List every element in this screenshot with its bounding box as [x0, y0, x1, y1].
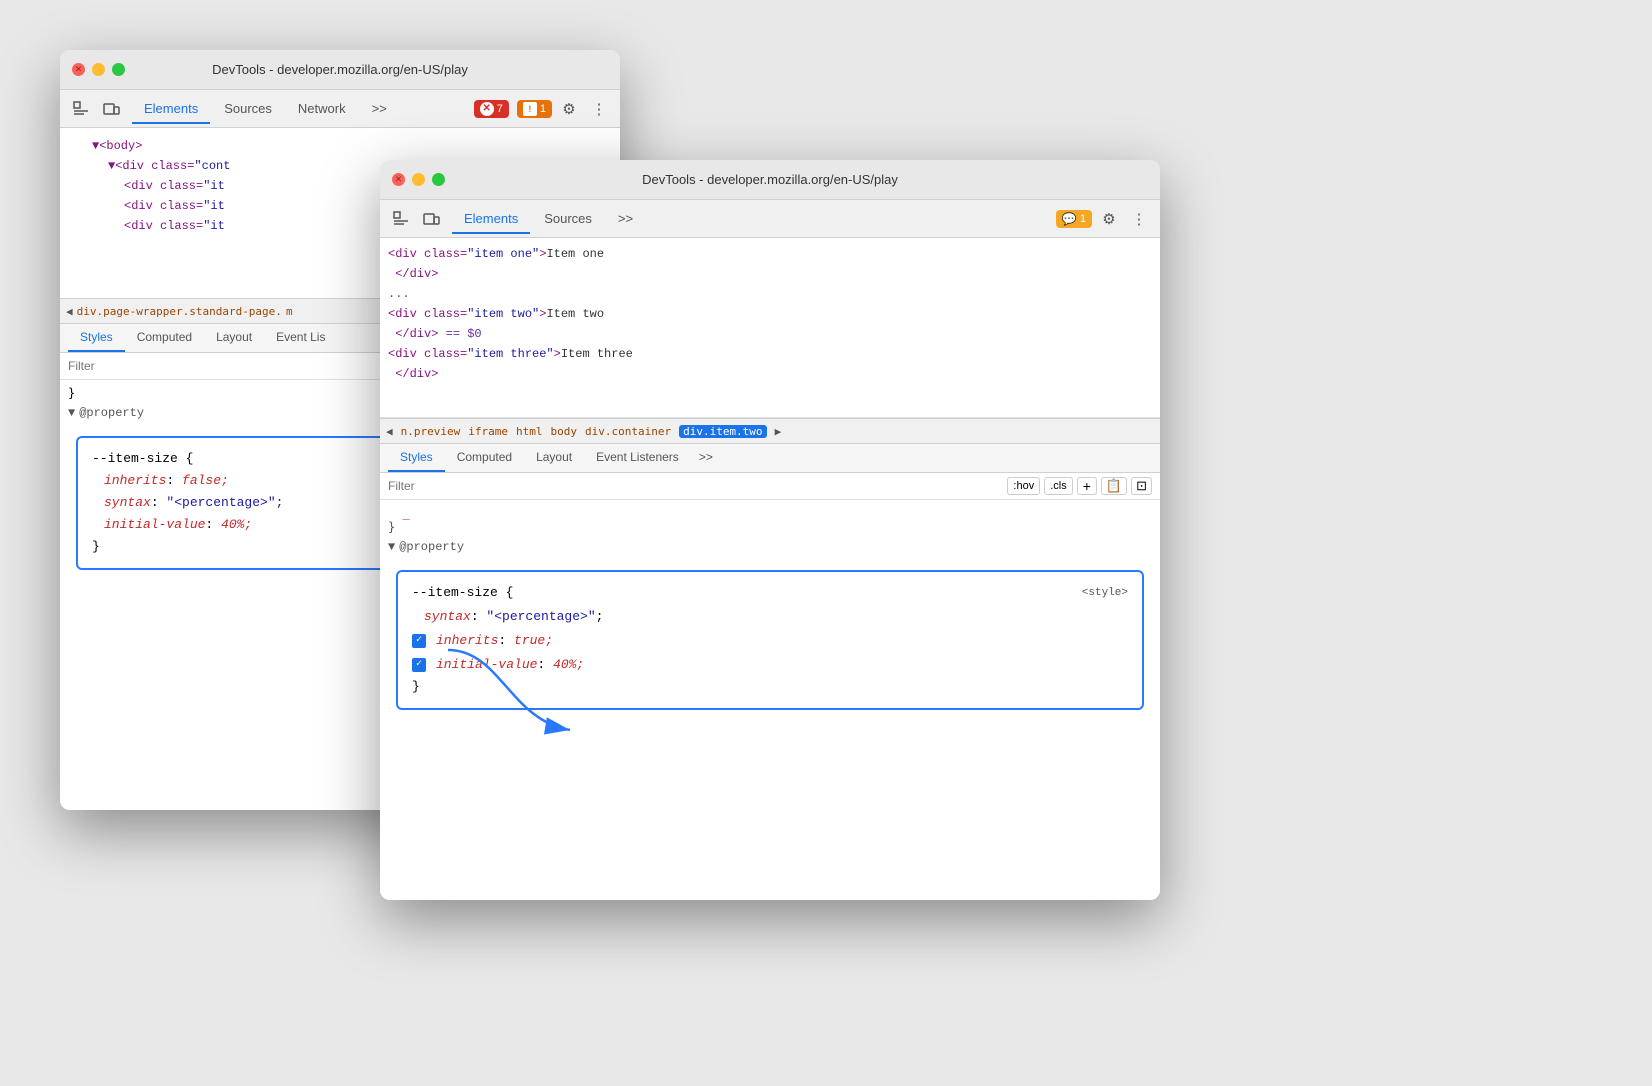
- back-more-icon[interactable]: ⋮: [586, 96, 612, 122]
- back-panel-tab-computed[interactable]: Computed: [125, 324, 204, 352]
- back-tab-sources[interactable]: Sources: [212, 95, 284, 124]
- front-filter-bar: :hov .cls + 📋 ⊡: [380, 473, 1160, 500]
- front-tree-close-three: </div>: [388, 364, 1152, 384]
- back-responsive-icon[interactable]: [98, 96, 124, 122]
- front-bc-container[interactable]: div.container: [585, 425, 671, 438]
- back-tab-more[interactable]: >>: [360, 95, 399, 124]
- front-bc-preview[interactable]: n.preview: [401, 425, 461, 438]
- front-breadcrumb-bar: ◀ n.preview iframe html body div.contain…: [380, 418, 1160, 444]
- front-breadcrumb-left-arrow[interactable]: ◀: [386, 425, 393, 438]
- back-breadcrumb-item[interactable]: div.page-wrapper.standard-page.: [77, 305, 282, 318]
- front-breadcrumb-right-arrow[interactable]: ▶: [775, 425, 782, 438]
- back-close-button[interactable]: ✕: [72, 63, 85, 76]
- front-bc-html[interactable]: html: [516, 425, 543, 438]
- front-tab-more[interactable]: >>: [606, 205, 645, 234]
- back-badges: ✕ 7 ! 1: [474, 100, 552, 118]
- back-traffic-lights: ✕: [72, 63, 125, 76]
- back-toolbar-tabs: Elements Sources Network >>: [132, 95, 399, 123]
- back-panel-tab-layout[interactable]: Layout: [204, 324, 264, 352]
- front-blue-box-wrapper: --item-size { <style> syntax: "<percenta…: [380, 570, 1160, 710]
- front-checkbox-inherits-box[interactable]: ✓: [412, 634, 426, 648]
- back-settings-icon[interactable]: ⚙: [556, 96, 582, 122]
- back-error-badge[interactable]: ✕ 7: [474, 100, 509, 118]
- front-styles-content: _ } ▼ @property --item-size { <sty: [380, 500, 1160, 726]
- front-panel-tab-events[interactable]: Event Listeners: [584, 444, 691, 472]
- front-responsive-icon[interactable]: [418, 206, 444, 232]
- front-traffic-lights: ✕: [392, 173, 445, 186]
- front-more-icon[interactable]: ⋮: [1126, 206, 1152, 232]
- back-panel-tab-events[interactable]: Event Lis: [264, 324, 337, 352]
- front-tree-item-two: <div class="item two">Item two: [388, 304, 1152, 324]
- front-add-btn[interactable]: +: [1077, 477, 1097, 495]
- front-tree-item-three: <div class="item three">Item three: [388, 344, 1152, 364]
- back-minimize-button[interactable]: [92, 63, 105, 76]
- back-panel-tab-styles[interactable]: Styles: [68, 324, 125, 352]
- front-checkbox-initial: ✓ initial-value: 40%;: [412, 654, 1128, 676]
- front-layout-btn[interactable]: ⊡: [1131, 477, 1152, 495]
- front-at-rule-header[interactable]: ▼ @property: [388, 540, 1152, 554]
- back-breadcrumb-m[interactable]: m: [286, 305, 293, 318]
- front-tree-dots: ...: [388, 284, 1152, 304]
- back-warning-badge[interactable]: ! 1: [517, 100, 552, 118]
- front-bc-item-two[interactable]: div.item.two: [679, 425, 766, 438]
- back-title-bar: ✕ DevTools - developer.mozilla.org/en-US…: [60, 50, 620, 90]
- front-styles-panel: :hov .cls + 📋 ⊡ _ } ▼ @property: [380, 473, 1160, 900]
- front-maximize-button[interactable]: [432, 173, 445, 186]
- front-at-property: ▼ @property: [380, 536, 1160, 558]
- front-css-prop-inherits-row: ✓ inherits: true;: [412, 630, 1128, 652]
- front-copy-btn[interactable]: 📋: [1101, 477, 1127, 495]
- front-window-title: DevTools - developer.mozilla.org/en-US/p…: [642, 172, 898, 187]
- front-cls-btn[interactable]: .cls: [1044, 477, 1073, 495]
- front-panel-tab-layout[interactable]: Layout: [524, 444, 584, 472]
- back-devtools-toolbar: Elements Sources Network >> ✕ 7 ! 1 ⚙ ⋮: [60, 90, 620, 128]
- front-tab-sources[interactable]: Sources: [532, 205, 604, 234]
- front-checkbox-initial-box[interactable]: ✓: [412, 658, 426, 672]
- front-devtools-content: <div class="item one">Item one </div> ..…: [380, 238, 1160, 900]
- front-checkbox-inherits: ✓ inherits: true;: [412, 630, 1128, 652]
- front-panel-tab-more[interactable]: >>: [691, 444, 721, 472]
- front-panel-tab-styles[interactable]: Styles: [388, 444, 445, 472]
- front-devtools-toolbar: Elements Sources >> 💬 1 ⚙ ⋮: [380, 200, 1160, 238]
- front-prev-rule: _ }: [380, 504, 1160, 536]
- front-tree-close-two: </div> == $0: [388, 324, 1152, 344]
- front-css-prop-syntax: syntax: "<percentage>";: [412, 606, 1128, 628]
- front-tab-elements[interactable]: Elements: [452, 205, 530, 234]
- front-hov-btn[interactable]: :hov: [1007, 477, 1040, 495]
- front-bc-body[interactable]: body: [550, 425, 577, 438]
- back-inspector-icon[interactable]: [68, 96, 94, 122]
- front-minimize-button[interactable]: [412, 173, 425, 186]
- front-css-blue-box: --item-size { <style> syntax: "<percenta…: [396, 570, 1144, 710]
- front-panel-tabs: Styles Computed Layout Event Listeners >…: [380, 444, 1160, 473]
- front-devtools-window: ✕ DevTools - developer.mozilla.org/en-US…: [380, 160, 1160, 900]
- front-tree-item-one: <div class="item one">Item one: [388, 244, 1152, 264]
- front-bc-iframe[interactable]: iframe: [468, 425, 508, 438]
- front-css-close: }: [412, 676, 1128, 698]
- back-tree-line-body: ▼<body>: [64, 136, 616, 156]
- front-badges: 💬 1: [1056, 210, 1092, 228]
- back-maximize-button[interactable]: [112, 63, 125, 76]
- back-tab-network[interactable]: Network: [286, 95, 358, 124]
- back-breadcrumb-left-arrow[interactable]: ◀: [66, 305, 73, 318]
- front-inspector-icon[interactable]: [388, 206, 414, 232]
- front-panel-tab-computed[interactable]: Computed: [445, 444, 524, 472]
- front-title-bar: ✕ DevTools - developer.mozilla.org/en-US…: [380, 160, 1160, 200]
- front-warning-badge[interactable]: 💬 1: [1056, 210, 1092, 228]
- front-close-button[interactable]: ✕: [392, 173, 405, 186]
- back-window-title: DevTools - developer.mozilla.org/en-US/p…: [212, 62, 468, 77]
- front-style-source: <style>: [1082, 582, 1128, 604]
- back-tab-elements[interactable]: Elements: [132, 95, 210, 124]
- front-css-prop-initial-row: ✓ initial-value: 40%;: [412, 654, 1128, 676]
- front-css-block-header: --item-size { <style>: [412, 582, 1128, 604]
- front-tree-close-one: </div>: [388, 264, 1152, 284]
- front-toolbar-tabs: Elements Sources >>: [452, 205, 645, 233]
- front-settings-icon[interactable]: ⚙: [1096, 206, 1122, 232]
- front-html-tree: <div class="item one">Item one </div> ..…: [380, 238, 1160, 418]
- front-filter-input[interactable]: [388, 475, 1001, 497]
